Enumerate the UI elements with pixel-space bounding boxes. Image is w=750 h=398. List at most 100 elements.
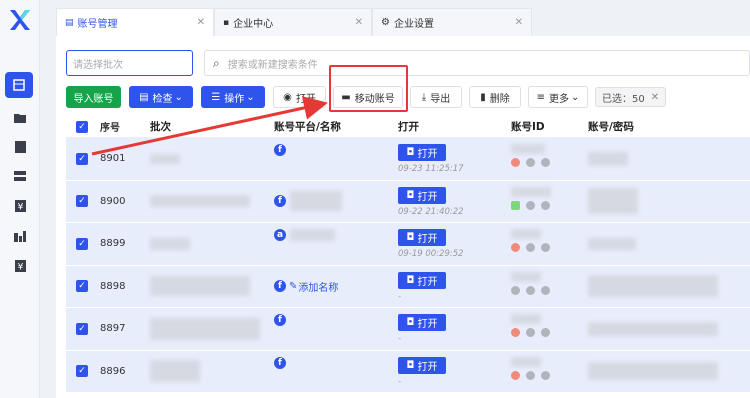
location-icon[interactable] (511, 328, 520, 337)
svg-text:¥: ¥ (17, 203, 23, 213)
table-icon (13, 79, 25, 91)
add-name-link[interactable]: 添加名称 (298, 279, 338, 294)
sidebar-item-stats[interactable] (11, 227, 29, 245)
location-icon[interactable] (511, 370, 520, 380)
bug-icon[interactable] (526, 243, 535, 252)
open-browser-button[interactable]: ◘ 打开 (398, 314, 446, 331)
import-account-button[interactable]: 导入账号 (66, 86, 121, 108)
chevron-down-icon: ⌄ (571, 91, 580, 103)
sidebar-item-folder[interactable] (11, 108, 29, 126)
row-credentials-redacted (588, 188, 638, 215)
row-batch-redacted (150, 153, 180, 164)
batch-select[interactable]: 请选择批次 (66, 50, 193, 76)
open-browser-button[interactable]: ◘ 打开 (398, 229, 446, 246)
settings-icon[interactable] (541, 328, 550, 337)
check-label: 检查 (152, 93, 173, 105)
export-button[interactable]: ⤓ 导出 (410, 86, 462, 108)
last-open-time: 09-23 11:25:17 (398, 164, 464, 174)
open-label: 打开 (295, 93, 316, 105)
select-all-checkbox[interactable]: ✓ (76, 120, 88, 133)
yen-icon: ¥ (14, 260, 26, 272)
settings-icon[interactable] (541, 158, 550, 167)
tab-account-management[interactable]: ▤ 账号管理 ✕ (56, 8, 214, 36)
table-icon: ▤ (65, 17, 74, 28)
more-dropdown-button[interactable]: ≡ 更多 ⌄ (528, 86, 588, 108)
list-icon: ≡ (536, 91, 545, 103)
facebook-icon: f (274, 314, 286, 326)
tab-label: 企业中心 (233, 19, 274, 30)
location-icon[interactable] (511, 158, 520, 167)
sidebar-item-accounts[interactable] (5, 72, 33, 98)
facebook-icon: f (274, 144, 286, 156)
open-browser-button[interactable]: ◘ 打开 (398, 144, 446, 161)
row-account-id (511, 314, 550, 337)
row-open: ◘ 打开 09-22 21:40:22 (398, 186, 464, 217)
open-btn-label: 打开 (417, 276, 438, 288)
row-checkbox[interactable]: ✓ (76, 365, 88, 378)
row-checkbox[interactable]: ✓ (76, 152, 88, 165)
accounts-table: ✓ 序号 批次 账号平台/名称 打开 账号ID 账号/密码 ✓ 8901 f ◘… (66, 116, 750, 393)
table-row[interactable]: ✓ 8899 a ◘ 打开 09-19 00:29:52 (66, 223, 750, 266)
location-icon[interactable] (511, 285, 520, 295)
sidebar-item-finance[interactable]: ¥ (11, 197, 29, 215)
location-icon[interactable] (511, 243, 520, 252)
bug-icon[interactable] (526, 158, 535, 167)
row-open: ◘ 打开 - (398, 356, 446, 387)
row-checkbox[interactable]: ✓ (76, 195, 88, 208)
bug-icon[interactable] (526, 370, 535, 380)
open-browser-button[interactable]: ◘ 打开 (398, 186, 446, 204)
amazon-icon: a (274, 229, 286, 241)
bug-icon[interactable] (526, 200, 535, 210)
edit-icon[interactable]: ✎ (289, 281, 297, 292)
tab-enterprise-settings[interactable]: ⚙ 企业设置 ✕ (372, 8, 532, 36)
gear-icon: ⚙ (381, 17, 390, 28)
row-account-id (511, 356, 550, 380)
delete-button[interactable]: ▮ 删除 (469, 86, 521, 108)
bug-icon[interactable] (526, 285, 535, 295)
row-checkbox[interactable]: ✓ (76, 322, 88, 335)
sidebar-item-docs[interactable] (11, 138, 29, 156)
settings-icon[interactable] (541, 243, 550, 252)
check-dropdown-button[interactable]: ▤ 检查 ⌄ (129, 86, 193, 108)
tab-enterprise-center[interactable]: ▪ 企业中心 ✕ (214, 8, 372, 36)
table-row[interactable]: ✓ 8898 f ✎ 添加名称 ◘ 打开 - (66, 265, 750, 308)
shield-icon: ◘ (406, 317, 415, 328)
row-seq: 8899 (100, 238, 126, 250)
row-credentials-redacted (588, 362, 718, 381)
table-row[interactable]: ✓ 8900 f ◘ 打开 09-22 21:40:22 (66, 180, 750, 223)
row-open: ◘ 打开 - (398, 314, 446, 344)
settings-icon[interactable] (541, 200, 550, 210)
sidebar: ¥ ¥ (0, 0, 40, 398)
settings-icon[interactable] (541, 370, 550, 380)
close-icon[interactable]: ✕ (515, 17, 523, 28)
table-row[interactable]: ✓ 8897 f ◘ 打开 - (66, 308, 750, 351)
close-icon[interactable]: ✕ (355, 17, 363, 28)
header-platform: 账号平台/名称 (274, 121, 341, 133)
row-checkbox[interactable]: ✓ (76, 237, 88, 250)
open-button[interactable]: ◉ 打开 (273, 86, 326, 108)
header-seq: 序号 (100, 123, 120, 134)
open-browser-button[interactable]: ◘ 打开 (398, 356, 446, 374)
row-checkbox[interactable]: ✓ (76, 280, 88, 293)
chevron-down-icon: ⌄ (174, 91, 183, 103)
main-panel: 请选择批次 ⌕ 搜索或新建搜索条件 导入账号 ▤ 检查 ⌄ ☰ 操作 ⌄ ◉ 打… (56, 36, 750, 398)
operate-dropdown-button[interactable]: ☰ 操作 ⌄ (201, 86, 265, 108)
sliders-icon: ☰ (211, 91, 221, 103)
settings-icon[interactable] (541, 285, 550, 295)
shield-icon: ◘ (406, 274, 415, 286)
table-row[interactable]: ✓ 8896 f ◘ 打开 - (66, 350, 750, 393)
close-icon[interactable]: ✕ (197, 17, 205, 28)
sidebar-item-billing[interactable]: ¥ (11, 257, 29, 275)
open-browser-button[interactable]: ◘ 打开 (398, 271, 446, 289)
bug-icon[interactable] (526, 328, 535, 337)
close-icon[interactable]: ✕ (651, 92, 659, 103)
selected-label: 已选：50 (602, 93, 645, 105)
table-row[interactable]: ✓ 8901 f ◘ 打开 09-23 11:25:17 (66, 138, 750, 181)
last-open-time: - (398, 376, 402, 387)
row-seq: 8896 (100, 365, 126, 377)
sidebar-item-storage[interactable] (11, 167, 29, 185)
row-account-id (511, 144, 550, 167)
search-input[interactable]: ⌕ 搜索或新建搜索条件 (204, 50, 750, 76)
row-platform: f ✎ 添加名称 (274, 279, 338, 294)
status-icon[interactable] (511, 200, 520, 210)
